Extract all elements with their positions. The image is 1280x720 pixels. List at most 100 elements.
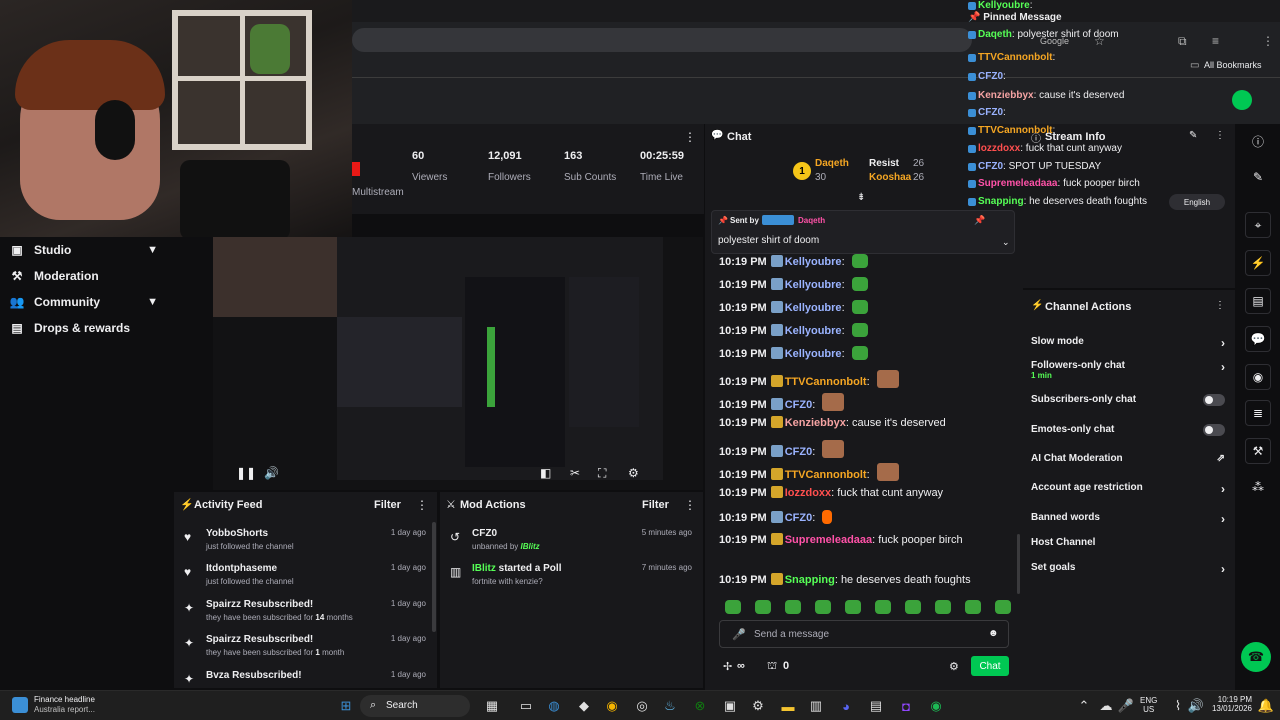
stream-kebab-icon[interactable]: ⋮ [684,130,696,144]
edge-icon[interactable]: ◍ [544,696,564,716]
pause-icon[interactable]: ❚❚ [236,466,256,480]
emote-icon[interactable] [815,600,831,614]
activity-kebab-icon[interactable]: ⋮ [416,498,428,512]
settings-icon[interactable]: ⚙ [628,466,639,480]
chat-message[interactable]: 10:19 PM Kenziebbyx: cause it's deserved [719,416,1019,430]
action-set-goals[interactable]: Set goals › [1031,562,1231,576]
notifications-icon[interactable]: 🔔 [1256,696,1276,716]
emote-icon[interactable] [725,600,741,614]
nav-studio[interactable]: ▣ Studio ▼ [0,237,172,263]
chat-message[interactable]: 10:19 PM CFZ0: [719,440,1019,459]
emote-icon[interactable] [785,600,801,614]
info-icon[interactable]: ⓘ [1245,128,1271,154]
activity-item[interactable]: ✦ Spairzz Resubscribed! they have been s… [174,599,426,635]
actions-kebab-icon[interactable]: ⋮ [1215,300,1225,311]
language-indicator[interactable]: ENG US [1140,696,1157,714]
chat-input[interactable]: 🎤 Send a message ☻ [719,620,1009,648]
subscribers-only-toggle[interactable] [1203,394,1225,406]
taskbar-search[interactable]: ⌕ Search [360,695,470,717]
chat-message[interactable]: 10:19 PM Snapping: he deserves death foug… [719,573,1019,587]
activity-filter-button[interactable]: Filter [374,499,401,511]
message-username[interactable]: Kellyoubre [785,325,842,337]
pinned-message[interactable]: 📌 Sent by Daqeth polyester shirt of doom… [711,210,1015,254]
address-bar[interactable] [352,28,972,52]
emote-icon[interactable] [965,600,981,614]
chevron-up-icon[interactable]: ⌃ [1074,696,1094,716]
action-host-channel[interactable]: Host Channel [1031,537,1231,548]
nav-community[interactable]: 👥 Community ▼ [0,289,172,315]
volume-icon[interactable]: 🔊 [264,466,279,480]
chat-message[interactable]: 10:19 PM Kellyoubre: [719,277,1019,292]
chat-message[interactable]: 10:19 PM Supremeleadaaa: fuck pooper birc… [719,533,1019,547]
message-username[interactable]: TTVCannonbolt [785,376,867,388]
message-username[interactable]: Snapping [785,574,835,586]
activity-scrollbar[interactable] [432,522,436,632]
emote-icon[interactable] [995,600,1011,614]
chat-message[interactable]: 10:19 PM CFZ0: [719,393,1019,412]
mod-action-item[interactable]: ▥ IBlitz started a Poll fortnite with ke… [440,563,692,599]
message-username[interactable]: TTVCannonbolt [785,469,867,481]
widgets-icon[interactable]: ▦ [482,696,502,716]
bits-icon[interactable]: ⛫ [767,660,777,674]
extensions-icon[interactable]: ⧉ [1178,34,1187,49]
message-username[interactable]: Kellyoubre [785,256,842,268]
chat-icon[interactable]: 💬 [1245,326,1271,352]
emote-icon[interactable] [875,600,891,614]
news-title[interactable]: Finance headline [34,695,95,704]
action-account-age[interactable]: Account age restriction › [1031,482,1231,496]
steam-icon[interactable]: ♨ [660,696,680,716]
add-action-icon[interactable]: ⁂ [1245,474,1271,500]
server-icon[interactable]: ≣ [1245,400,1271,426]
app2-icon[interactable]: ▤ [866,696,886,716]
activity-item[interactable]: ♥ Itdontphaseme just followed the channe… [174,563,426,599]
discord-icon[interactable]: ◕ [836,696,856,716]
chat-settings-icon[interactable]: ⚙ [949,660,959,673]
chat-message[interactable]: 10:19 PM Kellyoubre: [719,254,1019,269]
message-username[interactable]: Iozzdoxx [785,487,831,499]
windows-start-icon[interactable]: ⊞ [336,696,356,716]
settings-icon[interactable]: ⚙ [748,696,768,716]
network-icon[interactable]: ☁ [1096,696,1116,716]
message-username[interactable]: Supremeleadaaa [785,534,872,546]
fullscreen-icon[interactable]: ⛶ [598,466,606,481]
all-bookmarks[interactable]: All Bookmarks [1204,60,1262,70]
message-username[interactable]: CFZ0 [785,399,813,411]
chat-send-button[interactable]: Chat [971,656,1009,676]
chrome-icon[interactable]: ◉ [602,696,622,716]
message-username[interactable]: Kellyoubre [785,302,842,314]
document-icon[interactable]: ▤ [1245,288,1271,314]
store-icon[interactable]: ▥ [806,696,826,716]
file-explorer-icon[interactable]: ▬ [778,696,798,716]
collapse-icon[interactable]: ⇟ [857,192,865,203]
mod-filter-button[interactable]: Filter [642,499,669,511]
chat-message[interactable]: 10:19 PM TTVCannonbolt: [719,463,1019,482]
action-ai-moderation[interactable]: AI Chat Moderation ⇗ [1031,453,1231,464]
profile-avatar[interactable] [1232,90,1252,110]
theatre-icon[interactable]: ◧ [540,466,551,480]
activity-item[interactable]: ♥ YobboShorts just followed the channel … [174,528,426,564]
speaker-icon[interactable]: 🔊 [1186,696,1206,716]
obs-icon[interactable]: ◎ [632,696,652,716]
menu-icon[interactable]: ≡ [1212,34,1219,48]
message-username[interactable]: CFZ0 [785,512,813,524]
activity-item[interactable]: ✦ Spairzz Resubscribed! they have been s… [174,634,426,670]
pencil-icon[interactable]: ✎ [1245,164,1271,190]
info-kebab-icon[interactable]: ⋮ [1215,130,1225,141]
message-username[interactable]: Kellyoubre [785,279,842,291]
emote-icon[interactable] [905,600,921,614]
twitch-icon[interactable]: ◘ [896,696,916,716]
clock[interactable]: 10:19 PM 13/01/2026 [1210,695,1252,713]
action-banned-words[interactable]: Banned words › [1031,512,1231,526]
emote-icon[interactable] [845,600,861,614]
epic-icon[interactable]: ▣ [720,696,740,716]
support-icon[interactable]: ☎ [1241,642,1271,672]
channel-points-icon[interactable]: ✢ [723,660,732,673]
chat-message[interactable]: 10:19 PM CFZ0: [719,510,1019,525]
chat-message[interactable]: 10:19 PM Kellyoubre: [719,346,1019,361]
action-subscribers-only[interactable]: Subscribers-only chat [1031,394,1231,406]
spotify-icon[interactable]: ◉ [926,696,946,716]
message-username[interactable]: CFZ0 [785,446,813,458]
edit-icon[interactable]: ✎ [1189,130,1197,141]
action-emotes-only[interactable]: Emotes-only chat [1031,424,1231,436]
unpin-icon[interactable]: 📌 [974,215,985,226]
